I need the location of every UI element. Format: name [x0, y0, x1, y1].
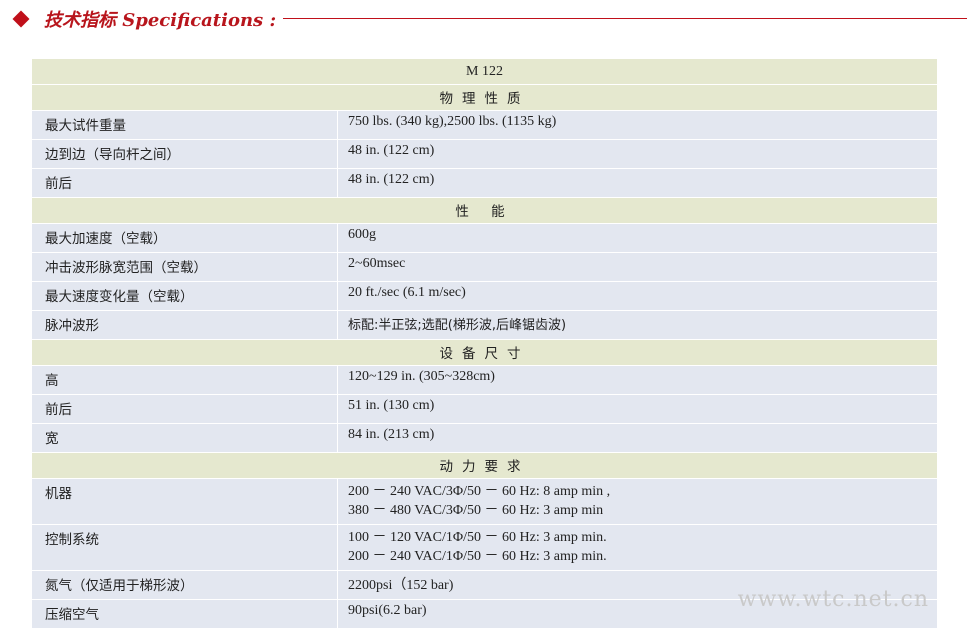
section-title-power: 动力要求: [439, 459, 530, 475]
row-label: 氮气（仅适用于梯形波）: [31, 570, 338, 600]
row-label: 边到边（导向杆之间）: [31, 139, 338, 169]
model-name: M 122: [31, 58, 938, 85]
row-value: 200 － 240 VAC/3Φ/50 － 60 Hz: 8 amp min ,…: [337, 478, 938, 525]
row-value: 750 lbs. (340 kg),2500 lbs. (1135 kg): [337, 110, 938, 140]
row-value: 48 in. (122 cm): [337, 139, 938, 169]
table-row: 机器 200 － 240 VAC/3Φ/50 － 60 Hz: 8 amp mi…: [31, 478, 938, 525]
table-row: 脉冲波形 标配:半正弦;选配(梯形波,后峰锯齿波): [31, 310, 938, 340]
table-row: 边到边（导向杆之间） 48 in. (122 cm): [31, 139, 938, 169]
row-label: 脉冲波形: [31, 310, 338, 340]
row-label: 控制系统: [31, 524, 338, 571]
row-label: 压缩空气: [31, 599, 338, 629]
row-label: 最大速度变化量（空载）: [31, 281, 338, 311]
row-label: 最大加速度（空载）: [31, 223, 338, 253]
value-line: 100 － 120 VAC/1Φ/50 － 60 Hz: 3 amp min.: [348, 530, 607, 545]
table-row: 前后 48 in. (122 cm): [31, 168, 938, 198]
section-header: 性 能: [31, 197, 938, 224]
section-header: 物理性质: [31, 84, 938, 111]
section-title-performance: 性 能: [455, 204, 514, 220]
table-row: 前后 51 in. (130 cm): [31, 394, 938, 424]
row-label: 前后: [31, 168, 338, 198]
row-label: 最大试件重量: [31, 110, 338, 140]
value-line: 200 － 240 VAC/3Φ/50 － 60 Hz: 8 amp min ,: [348, 484, 611, 499]
row-value: 600g: [337, 223, 938, 253]
table-row: 最大试件重量 750 lbs. (340 kg),2500 lbs. (1135…: [31, 110, 938, 140]
row-value: 48 in. (122 cm): [337, 168, 938, 198]
table-row: 最大速度变化量（空载） 20 ft./sec (6.1 m/sec): [31, 281, 938, 311]
row-label: 前后: [31, 394, 338, 424]
model-row: M 122: [31, 58, 938, 85]
title-divider: [283, 18, 967, 19]
row-label: 机器: [31, 478, 338, 525]
watermark: www.wtc.net.cn: [737, 587, 929, 612]
table-row: 高 120~129 in. (305~328cm): [31, 365, 938, 395]
row-value: 标配:半正弦;选配(梯形波,后峰锯齿波): [337, 310, 938, 340]
row-value: 120~129 in. (305~328cm): [337, 365, 938, 395]
table-row: 宽 84 in. (213 cm): [31, 423, 938, 453]
row-value: 51 in. (130 cm): [337, 394, 938, 424]
section-title-physical: 物理性质: [439, 91, 530, 107]
row-label: 冲击波形脉宽范围（空载）: [31, 252, 338, 282]
row-value: 100 － 120 VAC/1Φ/50 － 60 Hz: 3 amp min. …: [337, 524, 938, 571]
row-value: 2~60msec: [337, 252, 938, 282]
table-row: 冲击波形脉宽范围（空载） 2~60msec: [31, 252, 938, 282]
row-value: 84 in. (213 cm): [337, 423, 938, 453]
table-row: 最大加速度（空载） 600g: [31, 223, 938, 253]
section-title-dimensions: 设备尺寸: [439, 346, 530, 362]
spec-table: M 122 物理性质 最大试件重量 750 lbs. (340 kg),2500…: [31, 58, 938, 629]
row-label: 宽: [31, 423, 338, 453]
spec-header: 技术指标 Specifications :: [0, 0, 969, 44]
diamond-bullet-icon: [12, 10, 30, 28]
section-title: 技术指标 Specifications :: [44, 10, 277, 31]
row-value: 20 ft./sec (6.1 m/sec): [337, 281, 938, 311]
table-row: 控制系统 100 － 120 VAC/1Φ/50 － 60 Hz: 3 amp …: [31, 524, 938, 571]
row-label: 高: [31, 365, 338, 395]
section-header: 设备尺寸: [31, 339, 938, 366]
value-line: 200 － 240 VAC/1Φ/50 － 60 Hz: 3 amp min.: [348, 549, 607, 564]
value-line: 380 － 480 VAC/3Φ/50 － 60 Hz: 3 amp min: [348, 503, 604, 518]
section-header: 动力要求: [31, 452, 938, 479]
